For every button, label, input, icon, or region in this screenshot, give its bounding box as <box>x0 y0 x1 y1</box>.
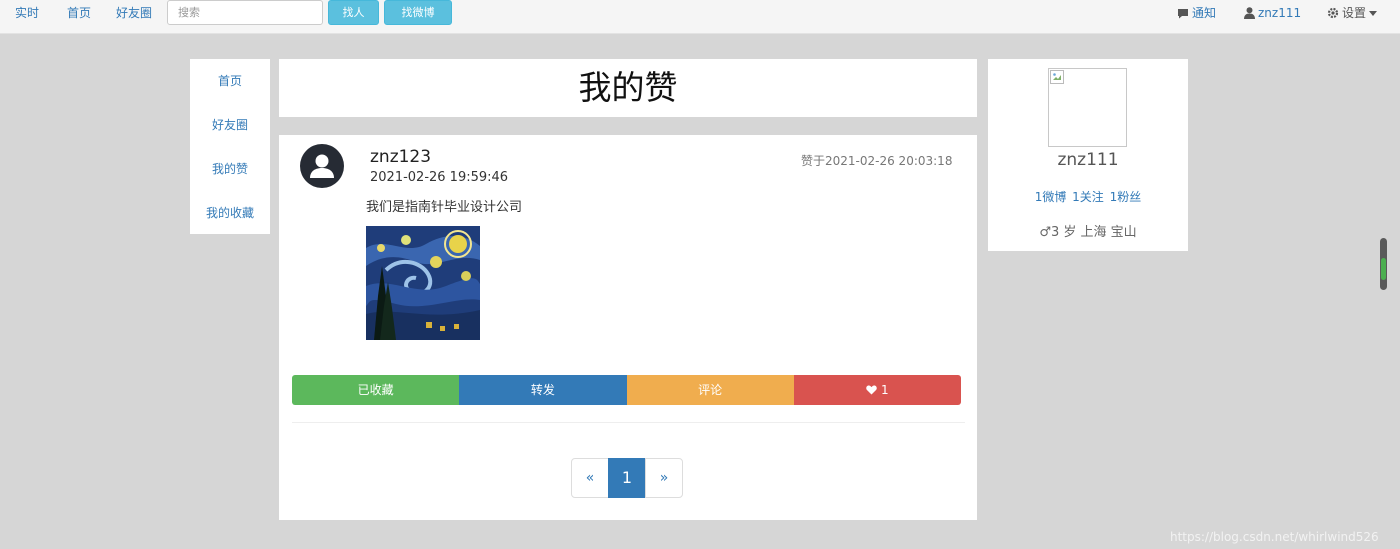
liked-post-panel: znz123 2021-02-26 19:59:46 赞于2021-02-26 … <box>279 135 977 520</box>
comment-icon <box>1178 8 1188 18</box>
profile-name: znz111 <box>1057 150 1119 170</box>
like-count: 1 <box>881 383 889 397</box>
notify-label: 通知 <box>1192 6 1217 20</box>
nav-link-home[interactable]: 首页 <box>67 4 91 22</box>
user-icon <box>1244 7 1255 19</box>
side-item-my-likes[interactable]: 我的赞 <box>190 160 270 178</box>
user-menu-link[interactable]: znz111 <box>1244 4 1301 22</box>
top-navbar: 实时 首页 好友圈 找人 找微博 通知 znz111 设置 <box>0 0 1400 34</box>
nav-link-friends[interactable]: 好友圈 <box>116 4 152 22</box>
side-item-friends[interactable]: 好友圈 <box>190 116 270 134</box>
page-scrollbar[interactable] <box>1380 238 1387 290</box>
settings-label: 设置 <box>1342 6 1367 20</box>
follower-count-link[interactable]: 1粉丝 <box>1110 190 1142 204</box>
watermark: https://blog.csdn.net/whirlwind526 <box>1170 530 1379 544</box>
like-button[interactable]: 1 <box>793 375 961 405</box>
post-username[interactable]: znz123 <box>370 147 431 167</box>
profile-image[interactable] <box>1048 68 1127 147</box>
user-label: znz111 <box>1258 6 1302 20</box>
profile-info: ♂3 岁 上海 宝山 <box>1039 225 1137 240</box>
avatar-person-icon <box>310 154 334 178</box>
side-item-home[interactable]: 首页 <box>190 72 270 90</box>
settings-dropdown[interactable]: 设置 <box>1327 4 1378 22</box>
avatar[interactable] <box>300 144 344 188</box>
nav-link-realtime[interactable]: 实时 <box>15 4 39 22</box>
profile-card: znz111 1微博 1关注 1粉丝 ♂3 岁 上海 宝山 <box>988 59 1188 251</box>
page-title: 我的赞 <box>578 68 678 107</box>
favorited-button[interactable]: 已收藏 <box>292 375 460 405</box>
comment-button[interactable]: 评论 <box>626 375 794 405</box>
starry-night-painting-icon <box>366 226 480 340</box>
post-action-bar: 已收藏 转发 评论 1 <box>292 375 961 405</box>
page-current-button[interactable]: 1 <box>608 458 646 498</box>
post-divider <box>292 422 965 423</box>
broken-image-icon <box>1050 70 1064 84</box>
profile-stats: 1微博 1关注 1粉丝 <box>988 189 1188 205</box>
search-input[interactable] <box>167 0 323 25</box>
repost-button[interactable]: 转发 <box>459 375 627 405</box>
gear-icon <box>1327 7 1339 19</box>
scrollbar-thumb[interactable] <box>1381 258 1386 280</box>
heart-icon <box>866 385 877 395</box>
find-weibo-button[interactable]: 找微博 <box>384 0 452 25</box>
following-count-link[interactable]: 1关注 <box>1072 190 1104 204</box>
page-prev-button[interactable]: « <box>571 458 609 498</box>
caret-down-icon <box>1369 10 1378 16</box>
title-panel: 我的赞 <box>279 59 977 117</box>
weibo-count-link[interactable]: 1微博 <box>1035 190 1067 204</box>
notify-link[interactable]: 通知 <box>1177 4 1216 22</box>
find-people-button[interactable]: 找人 <box>328 0 379 25</box>
post-text: 我们是指南针毕业设计公司 <box>366 200 523 215</box>
liked-at-time: 赞于2021-02-26 20:03:18 <box>801 154 953 168</box>
pagination: « 1 » <box>571 458 683 498</box>
side-menu: 首页 好友圈 我的赞 我的收藏 <box>190 59 270 234</box>
post-time: 2021-02-26 19:59:46 <box>370 170 509 185</box>
post-image[interactable] <box>366 226 480 340</box>
side-item-my-favorites[interactable]: 我的收藏 <box>190 204 270 222</box>
page-next-button[interactable]: » <box>645 458 683 498</box>
